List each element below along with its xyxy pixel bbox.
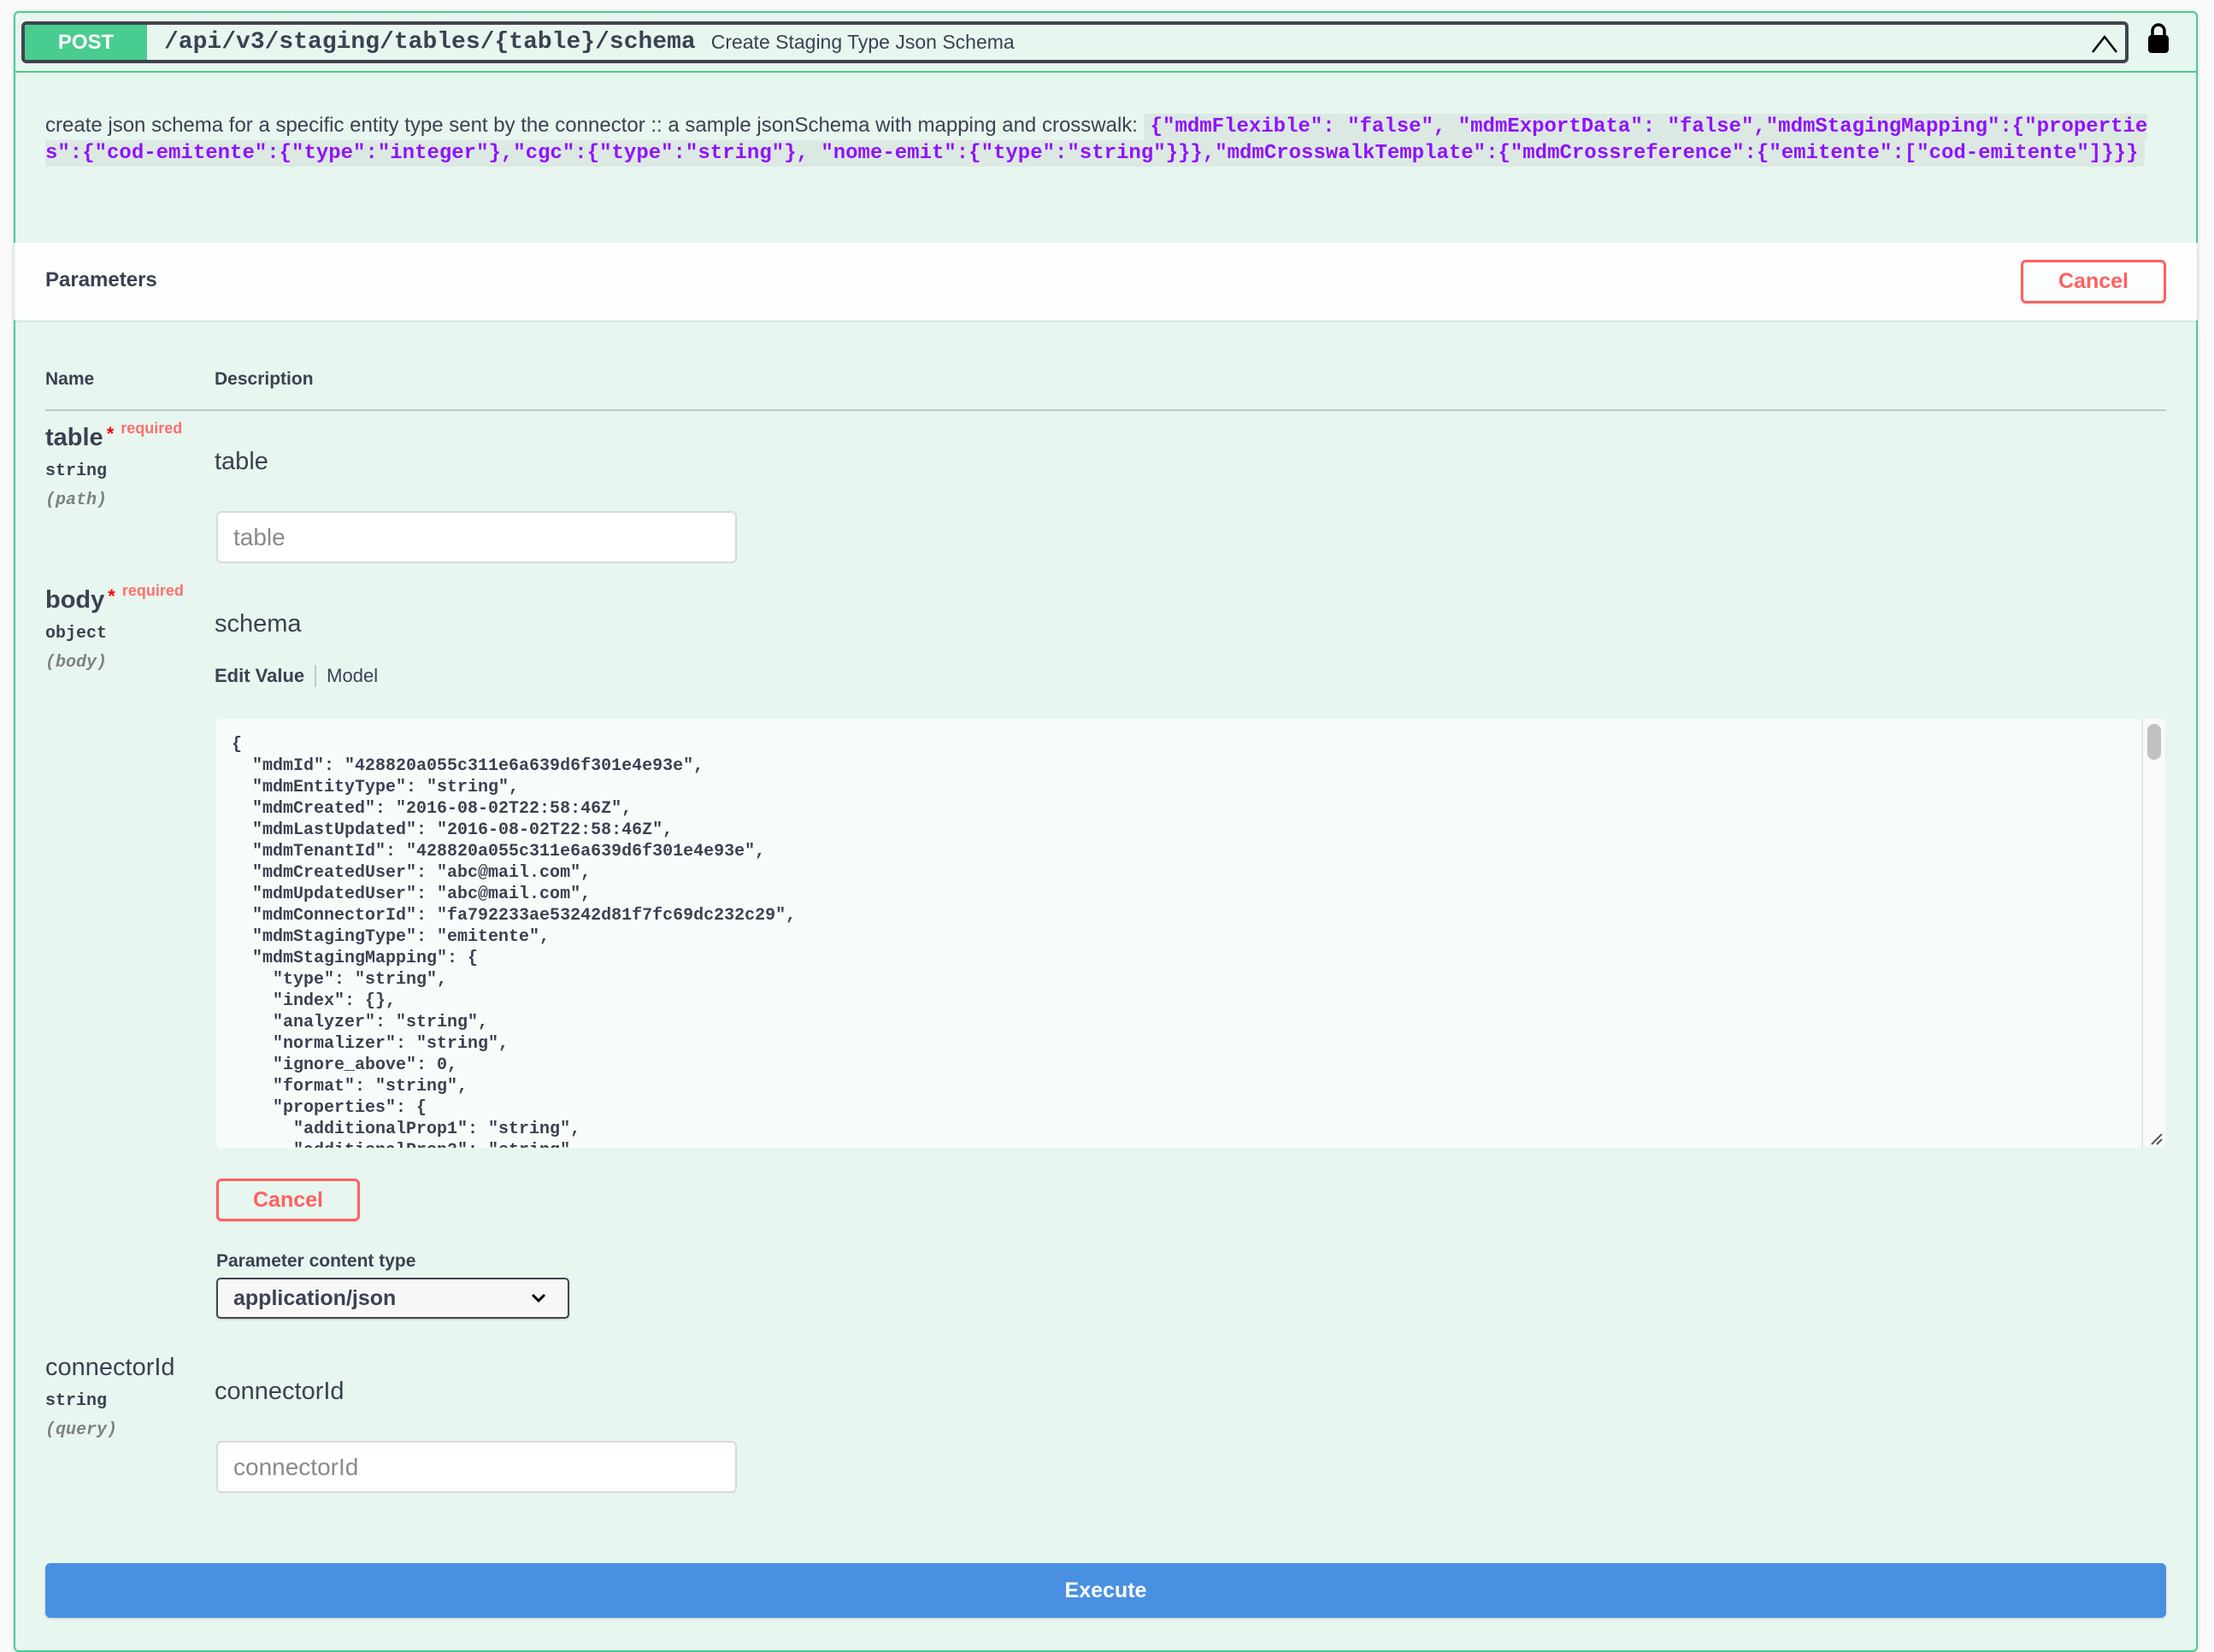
content-type-label: Parameter content type [216,1251,416,1271]
param-description: connectorId [215,1378,344,1405]
body-tabs: Edit Value Model [215,665,378,687]
param-type: string [45,1391,108,1411]
resize-handle-icon[interactable] [2146,1129,2164,1146]
param-name-table: table * required [45,420,183,451]
table-input[interactable] [216,511,737,563]
tab-separator [315,665,317,687]
body-editor[interactable]: { "mdmId": "428820a055c311e6a639d6f301e4… [216,719,2165,1148]
operation-description: create json schema for a specific entity… [45,113,2157,167]
required-label: required [121,582,184,599]
operation-summary[interactable]: POST /api/v3/staging/tables/{table}/sche… [21,21,2129,63]
param-location: (body) [45,653,108,673]
connectorid-input[interactable] [216,1441,737,1493]
body-json-text[interactable]: { "mdmId": "428820a055c311e6a639d6f301e4… [216,719,2165,1148]
param-name-connectorid: connectorId [45,1354,175,1381]
param-location: (path) [45,491,108,510]
execute-button[interactable]: Execute [45,1563,2166,1618]
operation-summary-text: Create Staging Type Json Schema [710,31,1015,53]
column-header-name: Name [45,369,95,389]
cancel-try-out-button[interactable]: Cancel [2021,260,2166,303]
required-label: required [121,420,183,437]
param-description: schema [215,610,302,638]
body-cancel-button[interactable]: Cancel [216,1179,360,1221]
method-badge: POST [25,25,147,60]
operation-path: /api/v3/staging/tables/{table}/schema [164,29,696,56]
param-location: (query) [45,1420,118,1440]
required-star: * [106,423,115,444]
scrollbar-thumb[interactable] [2147,724,2161,760]
content-type-value: application/json [233,1285,397,1310]
tab-edit-value[interactable]: Edit Value [215,665,304,687]
description-text: create json schema for a specific entity… [45,114,1138,137]
parameters-header: Parameters [14,243,2198,320]
param-description: table [215,448,268,475]
editor-scrollbar[interactable] [2141,719,2165,1148]
table-divider [45,409,2166,411]
param-name-body: body * required [45,582,184,614]
parameters-title: Parameters [45,268,157,291]
content-type-select[interactable]: application/json [216,1278,569,1319]
header-divider [14,71,2198,73]
tab-model[interactable]: Model [327,665,378,687]
column-header-description: Description [215,369,314,389]
required-star: * [108,585,115,607]
param-type: object [45,624,108,644]
param-type: string [45,462,108,481]
chevron-down-icon [531,1293,546,1303]
chevron-up-icon[interactable] [2087,28,2122,59]
lock-icon[interactable] [2144,22,2173,55]
